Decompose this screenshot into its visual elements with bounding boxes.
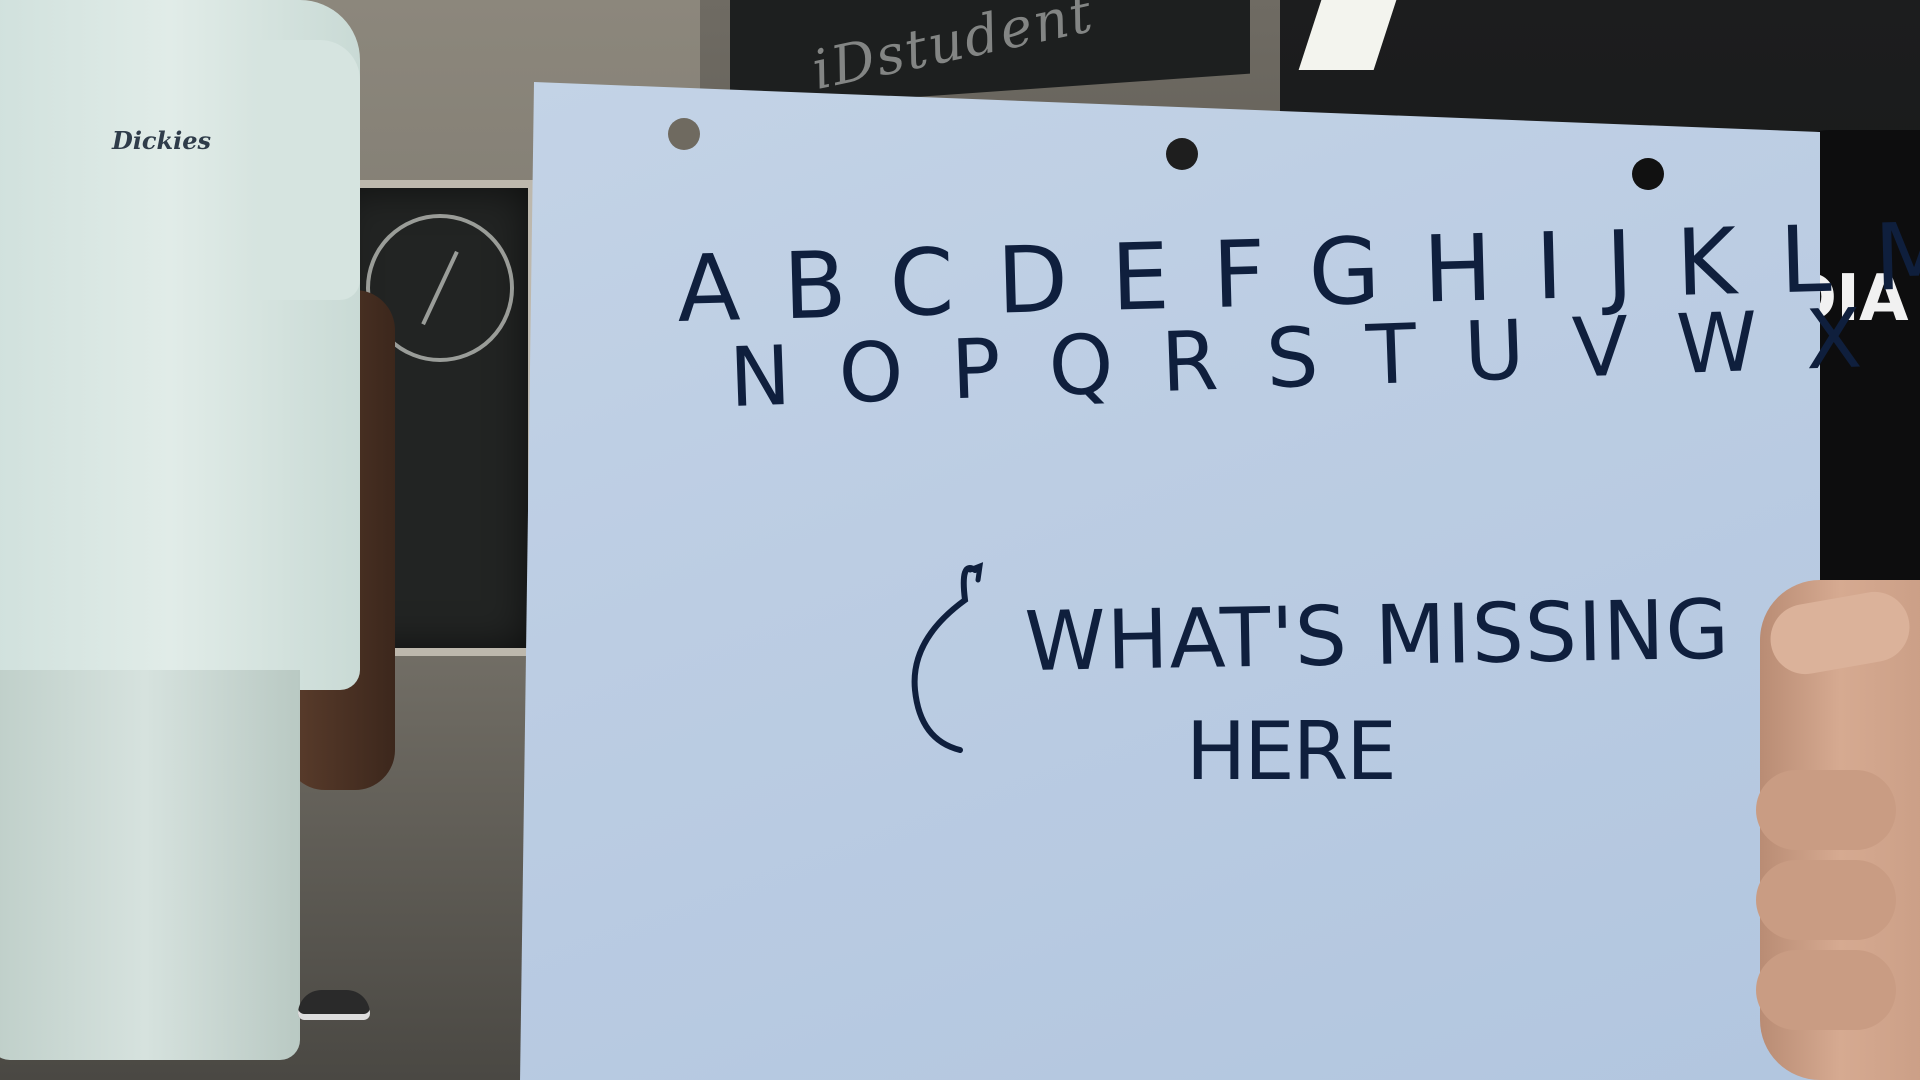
person-sleeve	[260, 40, 360, 300]
paper-hole	[1632, 158, 1664, 190]
curved-arrow-icon	[911, 562, 984, 753]
sign-question-line-1: WHAT'S MISSING	[1023, 582, 1731, 690]
paper-hole	[1166, 138, 1198, 170]
paper-hole	[668, 118, 700, 150]
shirt-logo: Dickies	[112, 126, 212, 155]
holding-finger	[1756, 950, 1896, 1030]
holding-finger	[1756, 770, 1896, 850]
holding-finger	[1756, 860, 1896, 940]
person-shorts	[0, 670, 300, 1060]
person-shoe	[298, 990, 370, 1020]
photo-scene: iDstudent Dickies DIA A B C D E F G H I …	[0, 0, 1920, 1080]
sign-question-line-2: HERE	[1186, 705, 1397, 798]
